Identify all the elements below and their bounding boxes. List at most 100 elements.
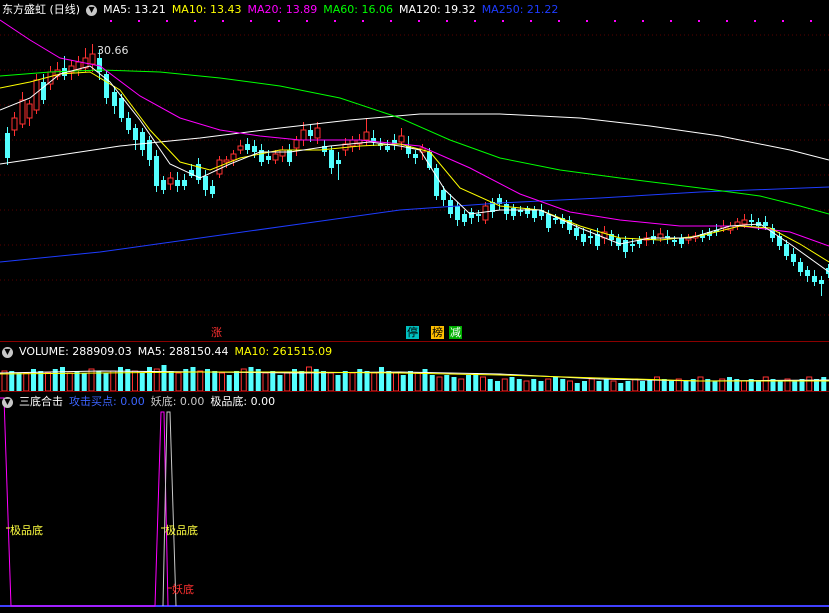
- candle: [11, 112, 18, 136]
- candle: [356, 134, 363, 150]
- candle: [133, 124, 138, 150]
- candle: [308, 124, 313, 142]
- candle: [469, 208, 474, 224]
- candle: [511, 204, 516, 220]
- indicator-pane[interactable]: ▼ 三底合击 攻击买点: 0.00 妖底: 0.00 极品底: 0.00 极品底…: [0, 392, 829, 613]
- candle: [651, 230, 656, 244]
- ma60-line: [0, 69, 829, 215]
- volume-ma10: MA10: 261515.09: [234, 345, 333, 358]
- indicator-chart[interactable]: [0, 392, 829, 613]
- candle: [623, 236, 628, 258]
- candle: [462, 210, 467, 226]
- ma5-label: MA5: 13.21: [103, 3, 166, 16]
- candle: [175, 172, 180, 192]
- volume-bar-group: [1, 365, 827, 392]
- price-chart-pane[interactable]: 东方盛虹 (日线) ▼ MA5: 13.21 MA10: 13.43 MA20:…: [0, 0, 829, 342]
- candle: [777, 232, 782, 250]
- candle: [82, 48, 89, 72]
- candle: [392, 134, 397, 150]
- candle: [791, 248, 796, 266]
- indicator-title[interactable]: 三底合击: [19, 394, 63, 410]
- volume-value: VOLUME: 288909.03: [19, 345, 132, 358]
- high-price-marker: 30.66: [97, 44, 129, 57]
- candle: [812, 270, 817, 286]
- stock-title[interactable]: 东方盛虹 (日线): [2, 2, 80, 18]
- candle: [5, 127, 10, 165]
- candle: [630, 238, 635, 252]
- candle: [441, 186, 446, 206]
- candle: [685, 234, 692, 244]
- candle: [154, 150, 159, 192]
- settings-icon[interactable]: ▼: [86, 4, 98, 16]
- candle: [567, 216, 572, 234]
- ma250-label: MA250: 21.22: [481, 3, 559, 16]
- yaodi-label: 妖底: 0.00: [150, 395, 205, 408]
- candle: [482, 202, 489, 224]
- settings-icon[interactable]: ▼: [2, 396, 13, 408]
- volume-pane[interactable]: ▼ VOLUME: 288909.03 MA5: 288150.44 MA10:…: [0, 342, 829, 392]
- ma60-label: MA60: 16.06: [323, 3, 393, 16]
- candle: [798, 258, 803, 276]
- candle: [490, 198, 495, 218]
- signal-tag-bang[interactable]: 榜: [431, 326, 444, 339]
- candle: [819, 276, 824, 296]
- candle: [279, 146, 286, 162]
- jipindi-annotation-1: 极品底: [10, 524, 43, 537]
- ma250-line: [0, 186, 829, 263]
- price-header: 东方盛虹 (日线) ▼ MA5: 13.21 MA10: 13.43 MA20:…: [0, 2, 558, 18]
- yaodi-annotation: 妖底: [172, 583, 194, 596]
- candle: [385, 140, 390, 152]
- candle: [371, 130, 376, 146]
- ma120-label: MA120: 19.32: [398, 3, 476, 16]
- candle: [314, 122, 321, 144]
- candle: [476, 210, 481, 222]
- candle: [26, 100, 33, 126]
- candle: [196, 158, 201, 184]
- volume-header: ▼ VOLUME: 288909.03 MA5: 288150.44 MA10:…: [0, 344, 332, 360]
- candle: [203, 170, 208, 196]
- ma20-label: MA20: 13.89: [247, 3, 318, 16]
- attack-buy-label: 攻击买点: 0.00: [69, 395, 145, 408]
- indicator-header: ▼ 三底合击 攻击买点: 0.00 妖底: 0.00 极品底: 0.00: [0, 394, 275, 410]
- candle: [245, 138, 250, 154]
- candle: [413, 150, 418, 164]
- candle: [19, 92, 26, 128]
- candle: [126, 112, 131, 134]
- jipindi-label: 极品底: 0.00: [210, 395, 276, 408]
- candle: [734, 218, 741, 230]
- candle: [637, 236, 642, 248]
- candle: [147, 136, 152, 166]
- candle: [322, 140, 327, 156]
- candle: [525, 206, 530, 218]
- candle: [189, 164, 194, 178]
- signal-tag-jian[interactable]: 减: [449, 326, 462, 339]
- candle: [581, 228, 586, 246]
- jipindi-annotation-2: 极品底: [165, 524, 198, 537]
- ma10-label: MA10: 13.43: [171, 3, 242, 16]
- ma5-line: [0, 65, 829, 273]
- candle: [161, 176, 166, 194]
- volume-ma5: MA5: 288150.44: [137, 345, 229, 358]
- candles: [5, 44, 829, 296]
- candle: [182, 174, 187, 190]
- signal-tag-ting[interactable]: 停: [406, 326, 419, 339]
- candle: [532, 206, 537, 222]
- candle: [104, 70, 109, 104]
- signal-tag-zhang[interactable]: 涨: [210, 326, 223, 339]
- candle: [679, 234, 684, 248]
- candle: [210, 180, 215, 198]
- candle: [140, 128, 145, 156]
- candle: [329, 146, 334, 174]
- candle: [609, 230, 614, 246]
- candle: [336, 152, 341, 180]
- candle: [616, 234, 621, 250]
- candle: [259, 144, 264, 166]
- settings-icon[interactable]: ▼: [2, 346, 13, 358]
- candle: [237, 140, 244, 154]
- candle: [287, 144, 292, 166]
- candle: [434, 164, 439, 200]
- candle: [601, 226, 608, 244]
- candle: [665, 230, 670, 244]
- candle: [805, 266, 810, 282]
- candle: [497, 194, 502, 210]
